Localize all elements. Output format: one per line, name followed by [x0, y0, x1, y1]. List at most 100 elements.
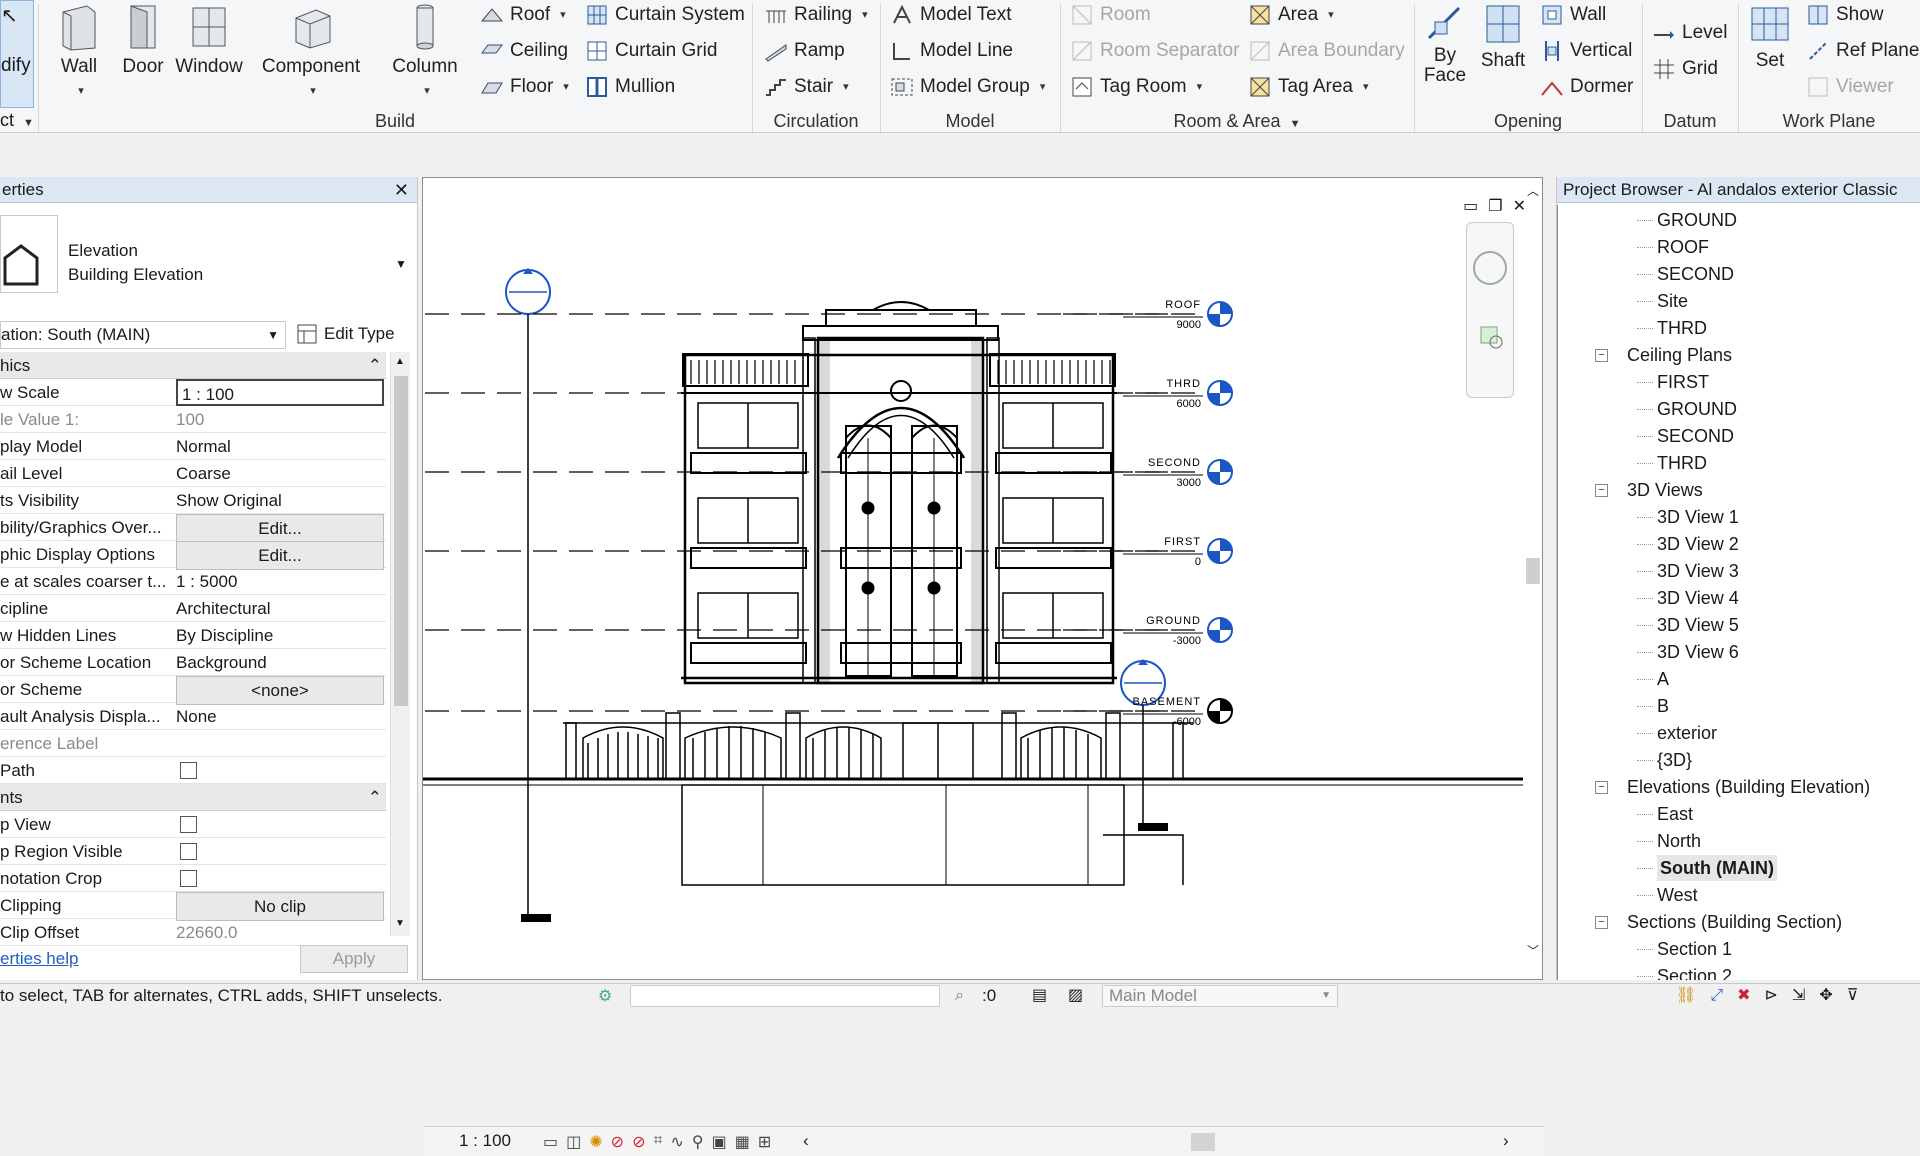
property-value[interactable]: Background	[176, 653, 267, 672]
browser-view-item[interactable]: THRD	[1657, 450, 1707, 476]
browser-view-item[interactable]: SECOND	[1657, 423, 1734, 449]
browser-category[interactable]: Elevations (Building Elevation)	[1627, 774, 1870, 800]
property-button[interactable]: <none>	[176, 676, 384, 705]
browser-view-item[interactable]: 3D View 3	[1657, 558, 1739, 584]
scroll-left-icon[interactable]: ‹	[803, 1131, 809, 1151]
property-checkbox[interactable]	[180, 843, 197, 860]
collapse-toggle-icon[interactable]: −	[1595, 349, 1608, 362]
door-button[interactable]: Door	[118, 0, 168, 108]
browser-view-item[interactable]: West	[1657, 882, 1698, 908]
level-head-marker[interactable]	[1207, 459, 1233, 485]
detail-level-icon[interactable]: ▭	[543, 1132, 558, 1152]
browser-view-item[interactable]: FIRST	[1657, 369, 1709, 395]
level-head-marker[interactable]	[1207, 617, 1233, 643]
level-head-marker[interactable]	[1207, 698, 1233, 724]
property-value[interactable]: By Discipline	[176, 626, 273, 645]
view-scale[interactable]: 1 : 100	[459, 1131, 511, 1151]
property-button[interactable]: Edit...	[176, 514, 384, 543]
browser-view-item[interactable]: SECOND	[1657, 261, 1734, 287]
restore-icon[interactable]: ❐	[1488, 196, 1502, 216]
close-icon[interactable]: ✕	[394, 177, 409, 203]
browser-view-item[interactable]: East	[1657, 801, 1693, 827]
by-face-button[interactable]: By Face	[1420, 0, 1470, 108]
browser-view-item[interactable]: 3D View 6	[1657, 639, 1739, 665]
curtain-system-button[interactable]: Curtain System	[585, 0, 745, 30]
tag-room-button[interactable]: Tag Room ▾	[1070, 72, 1202, 102]
select-pinned-icon[interactable]: ✖	[1737, 984, 1750, 1008]
component-button[interactable]: Component ▾	[253, 0, 369, 108]
roof-button[interactable]: Roof ▾	[480, 0, 566, 30]
temp-hide-icon[interactable]: ⚲	[692, 1132, 704, 1152]
dormer-opening-button[interactable]: Dormer	[1540, 72, 1633, 102]
wall-opening-button[interactable]: Wall	[1540, 0, 1606, 30]
drawing-area[interactable]: ROOF 9000 THRD 6000 SECOND 3000 FIRST 0 GROU…	[422, 177, 1544, 1156]
railing-button[interactable]: Railing ▾	[764, 0, 868, 30]
select-underlay-icon[interactable]: ⤢	[1710, 984, 1723, 1008]
property-value[interactable]: Normal	[176, 437, 231, 456]
vertical-opening-button[interactable]: Vertical	[1540, 36, 1632, 66]
model-text-button[interactable]: Model Text	[890, 0, 1012, 30]
filter-icon[interactable]: ▤	[1032, 984, 1047, 1008]
browser-view-item[interactable]: exterior	[1657, 720, 1717, 746]
edit-type-button[interactable]: Edit Type	[296, 321, 395, 347]
curtain-grid-button[interactable]: Curtain Grid	[585, 36, 717, 66]
model-group-button[interactable]: Model Group ▾	[890, 72, 1045, 102]
group-graphics[interactable]: hics ⌃	[0, 352, 386, 379]
browser-category[interactable]: Sections (Building Section)	[1627, 909, 1842, 935]
level-name[interactable]: THRD	[1166, 378, 1201, 390]
type-selector-dropdown[interactable]: ▼	[395, 257, 407, 271]
browser-view-item[interactable]: Section 2	[1657, 963, 1732, 980]
browser-category[interactable]: Ceiling Plans	[1627, 342, 1732, 368]
horizontal-scroll-thumb[interactable]	[1191, 1133, 1215, 1151]
sun-path-icon[interactable]: ✺	[589, 1132, 602, 1152]
browser-view-item[interactable]: ROOF	[1657, 234, 1709, 260]
reveal-hidden-icon[interactable]: ▣	[712, 1132, 727, 1152]
canvas-vertical-scrollbar[interactable]: ︿ ﹀	[1524, 182, 1542, 962]
collapse-toggle-icon[interactable]: −	[1595, 916, 1608, 929]
browser-view-item[interactable]: Section 1	[1657, 936, 1732, 962]
wall-button[interactable]: Wall ▾	[50, 0, 108, 108]
stair-button[interactable]: Stair ▾	[764, 72, 849, 102]
browser-view-item[interactable]: 3D View 4	[1657, 585, 1739, 611]
level-name[interactable]: SECOND	[1148, 457, 1201, 469]
steering-wheel-icon[interactable]	[1473, 251, 1507, 285]
browser-view-item[interactable]: 3D View 2	[1657, 531, 1739, 557]
view-scale-input[interactable]: 1 : 100	[176, 379, 384, 406]
editable-only-icon[interactable]: ▨	[1068, 984, 1083, 1008]
minimize-icon[interactable]: ▭	[1463, 196, 1478, 216]
ramp-button[interactable]: Ramp	[764, 36, 845, 66]
property-checkbox[interactable]	[180, 870, 197, 887]
vertical-scroll-thumb[interactable]	[1526, 558, 1540, 584]
zoom-region-icon[interactable]	[1479, 325, 1505, 351]
grid-button[interactable]: Grid	[1652, 54, 1718, 84]
browser-view-item[interactable]: THRD	[1657, 315, 1707, 341]
browser-view-item[interactable]: 3D View 5	[1657, 612, 1739, 638]
level-elevation-value[interactable]: 0	[1195, 556, 1201, 568]
apply-button[interactable]: Apply	[300, 945, 408, 973]
property-value[interactable]: 1 : 5000	[176, 572, 237, 591]
scroll-up-icon[interactable]: ▲	[395, 356, 405, 367]
level-elevation-value[interactable]: -3000	[1173, 635, 1201, 647]
modify-button[interactable]: ↖ dify	[0, 0, 34, 108]
visual-style-icon[interactable]: ◫	[566, 1132, 581, 1152]
scroll-right-icon[interactable]: ›	[1503, 1131, 1509, 1151]
column-button[interactable]: Column ▾	[385, 0, 465, 108]
property-checkbox[interactable]	[180, 816, 197, 833]
set-workplane-button[interactable]: Set	[1744, 0, 1796, 108]
level-head-marker[interactable]	[1207, 380, 1233, 406]
drag-elements-icon[interactable]: ⇲	[1792, 984, 1805, 1008]
show-workplane-button[interactable]: Show	[1806, 0, 1884, 30]
property-value[interactable]: Show Original	[176, 491, 282, 510]
level-elevation-value[interactable]: 3000	[1177, 477, 1201, 489]
property-button[interactable]: Edit...	[176, 541, 384, 570]
level-name[interactable]: GROUND	[1146, 615, 1201, 627]
select-links-icon[interactable]: ⛓	[1676, 984, 1696, 1008]
level-elevation-value[interactable]: 6000	[1177, 398, 1201, 410]
select-by-face-icon[interactable]: ⊳	[1765, 984, 1778, 1008]
design-options-icon[interactable]: ⌕	[955, 984, 964, 1008]
level-button[interactable]: Level	[1652, 18, 1727, 48]
level-name[interactable]: FIRST	[1164, 536, 1201, 548]
floor-button[interactable]: Floor ▾	[480, 72, 569, 102]
scroll-up-icon[interactable]: ︿	[1527, 182, 1539, 199]
browser-view-item[interactable]: South (MAIN)	[1657, 855, 1777, 881]
